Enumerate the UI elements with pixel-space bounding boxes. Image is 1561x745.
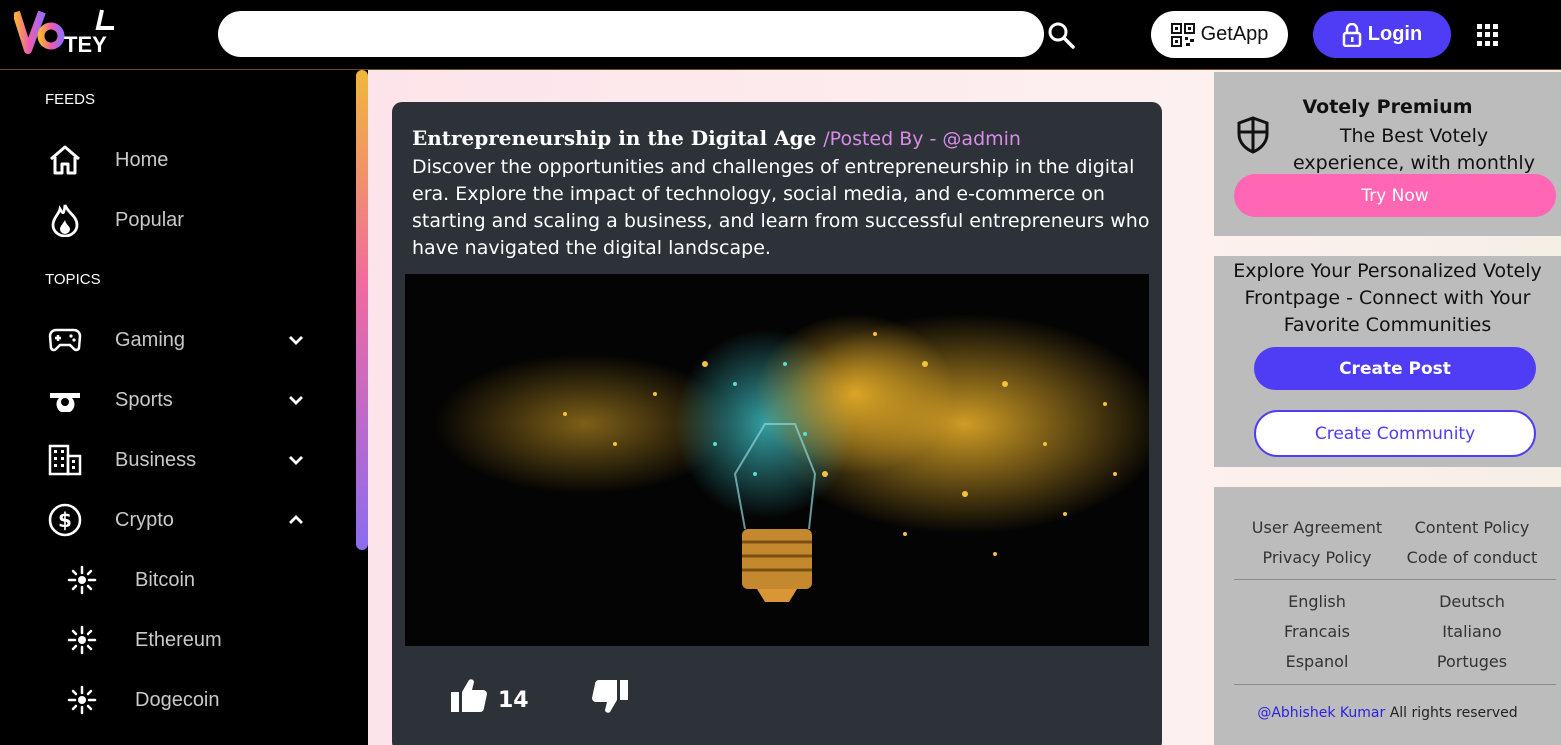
link-user-agreement[interactable]: User Agreement <box>1242 518 1392 537</box>
svg-text:TEY: TEY <box>64 32 107 57</box>
whistle-icon <box>47 382 83 418</box>
lang-francais[interactable]: Francais <box>1242 622 1392 641</box>
chevron-down-icon[interactable] <box>285 449 307 471</box>
sidebar-scrollbar[interactable] <box>356 70 368 550</box>
apps-grid-icon[interactable] <box>1477 24 1499 46</box>
sidebar-item-dogecoin[interactable]: Dogecoin <box>0 675 340 725</box>
sidebar-item-crypto[interactable]: $ Crypto <box>0 495 340 545</box>
login-button[interactable]: Login <box>1313 11 1451 58</box>
premium-title: Votely Premium <box>1302 96 1473 118</box>
explore-panel: Explore Your Personalized Votely Frontpa… <box>1214 256 1561 467</box>
shield-icon <box>1237 116 1269 154</box>
building-icon <box>47 442 83 478</box>
sidebar-item-label: Ethereum <box>135 628 222 651</box>
sidebar-item-sports[interactable]: Sports <box>0 375 340 425</box>
link-code-of-conduct[interactable]: Code of conduct <box>1397 548 1547 567</box>
link-content-policy[interactable]: Content Policy <box>1397 518 1547 537</box>
sidebar-item-popular[interactable]: Popular <box>0 195 340 245</box>
lang-english[interactable]: English <box>1242 592 1392 611</box>
svg-text:$: $ <box>58 508 72 532</box>
sidebar-item-label: Dogecoin <box>135 688 220 711</box>
fire-icon <box>47 202 83 238</box>
lang-portuges[interactable]: Portuges <box>1397 652 1547 671</box>
home-icon <box>47 142 83 178</box>
create-community-button[interactable]: Create Community <box>1254 410 1536 457</box>
main-feed: Entrepreneurship in the Digital Age /Pos… <box>368 70 1203 745</box>
post-description: Discover the opportunities and challenge… <box>412 156 1150 259</box>
chevron-up-icon[interactable] <box>285 509 307 531</box>
sidebar-item-ethereum[interactable]: Ethereum <box>0 615 340 665</box>
get-app-button[interactable]: GetApp <box>1151 11 1288 58</box>
divider <box>1234 684 1556 685</box>
sidebar-item-business[interactable]: Business <box>0 435 340 485</box>
search-icon[interactable] <box>1046 20 1076 50</box>
create-post-button[interactable]: Create Post <box>1254 347 1536 390</box>
lang-deutsch[interactable]: Deutsch <box>1397 592 1547 611</box>
thumbs-down-icon[interactable] <box>591 678 629 714</box>
qr-code-icon <box>1170 22 1195 47</box>
sidebar-item-gaming[interactable]: Gaming <box>0 315 340 365</box>
sidebar-item-label: Popular <box>115 208 184 231</box>
topics-heading: TOPICS <box>45 271 101 288</box>
copyright: @Abhishek Kumar All rights reserved <box>1214 705 1561 721</box>
login-label: Login <box>1367 23 1423 45</box>
premium-panel: Votely Premium The Best Votely experienc… <box>1214 72 1561 236</box>
top-header: TEY GetApp Login <box>0 0 1561 70</box>
link-privacy-policy[interactable]: Privacy Policy <box>1242 548 1392 567</box>
lock-icon <box>1342 22 1362 47</box>
sparkle-icon <box>64 622 100 658</box>
feeds-heading: FEEDS <box>45 91 96 108</box>
post-title-line: Entrepreneurship in the Digital Age /Pos… <box>412 126 1152 150</box>
chevron-down-icon[interactable] <box>285 389 307 411</box>
gamepad-icon <box>47 322 83 358</box>
sidebar-item-label: Crypto <box>115 508 174 531</box>
sidebar-item-home[interactable]: Home <box>0 135 340 185</box>
lang-espanol[interactable]: Espanol <box>1242 652 1392 671</box>
right-column: Votely Premium The Best Votely experienc… <box>1203 70 1561 745</box>
sidebar-item-label: Sports <box>115 388 173 411</box>
votely-logo[interactable]: TEY <box>14 6 124 62</box>
explore-text: Explore Your Personalized Votely Frontpa… <box>1233 260 1542 336</box>
post-title[interactable]: Entrepreneurship in the Digital Age <box>412 126 816 150</box>
divider <box>1234 579 1556 580</box>
sidebar-item-label: Bitcoin <box>135 568 196 591</box>
get-app-label: GetApp <box>1200 23 1269 45</box>
sidebar-item-label: Business <box>115 448 197 471</box>
like-count: 14 <box>498 688 529 713</box>
lang-italiano[interactable]: Italiano <box>1397 622 1547 641</box>
search-input[interactable] <box>218 11 1044 57</box>
rights-text: All rights reserved <box>1389 705 1518 721</box>
sidebar-item-bitcoin[interactable]: Bitcoin <box>0 555 340 605</box>
thumbs-up-icon[interactable] <box>450 678 488 714</box>
post-image[interactable] <box>405 274 1149 646</box>
sidebar-item-label: Gaming <box>115 328 186 351</box>
try-now-button[interactable]: Try Now <box>1234 174 1556 217</box>
footer-panel: User Agreement Content Policy Privacy Po… <box>1214 487 1561 745</box>
dollar-coin-icon: $ <box>47 502 83 538</box>
sparkle-icon <box>64 562 100 598</box>
chevron-down-icon[interactable] <box>285 329 307 351</box>
post-card[interactable]: Entrepreneurship in the Digital Age /Pos… <box>392 102 1162 745</box>
sidebar: FEEDS Home Popular TOPICS Gaming Sports … <box>0 70 355 745</box>
sidebar-item-label: Home <box>115 148 169 171</box>
sparkle-icon <box>64 682 100 718</box>
author-link[interactable]: @Abhishek Kumar <box>1257 705 1385 721</box>
post-author[interactable]: /Posted By - @admin <box>823 128 1021 150</box>
